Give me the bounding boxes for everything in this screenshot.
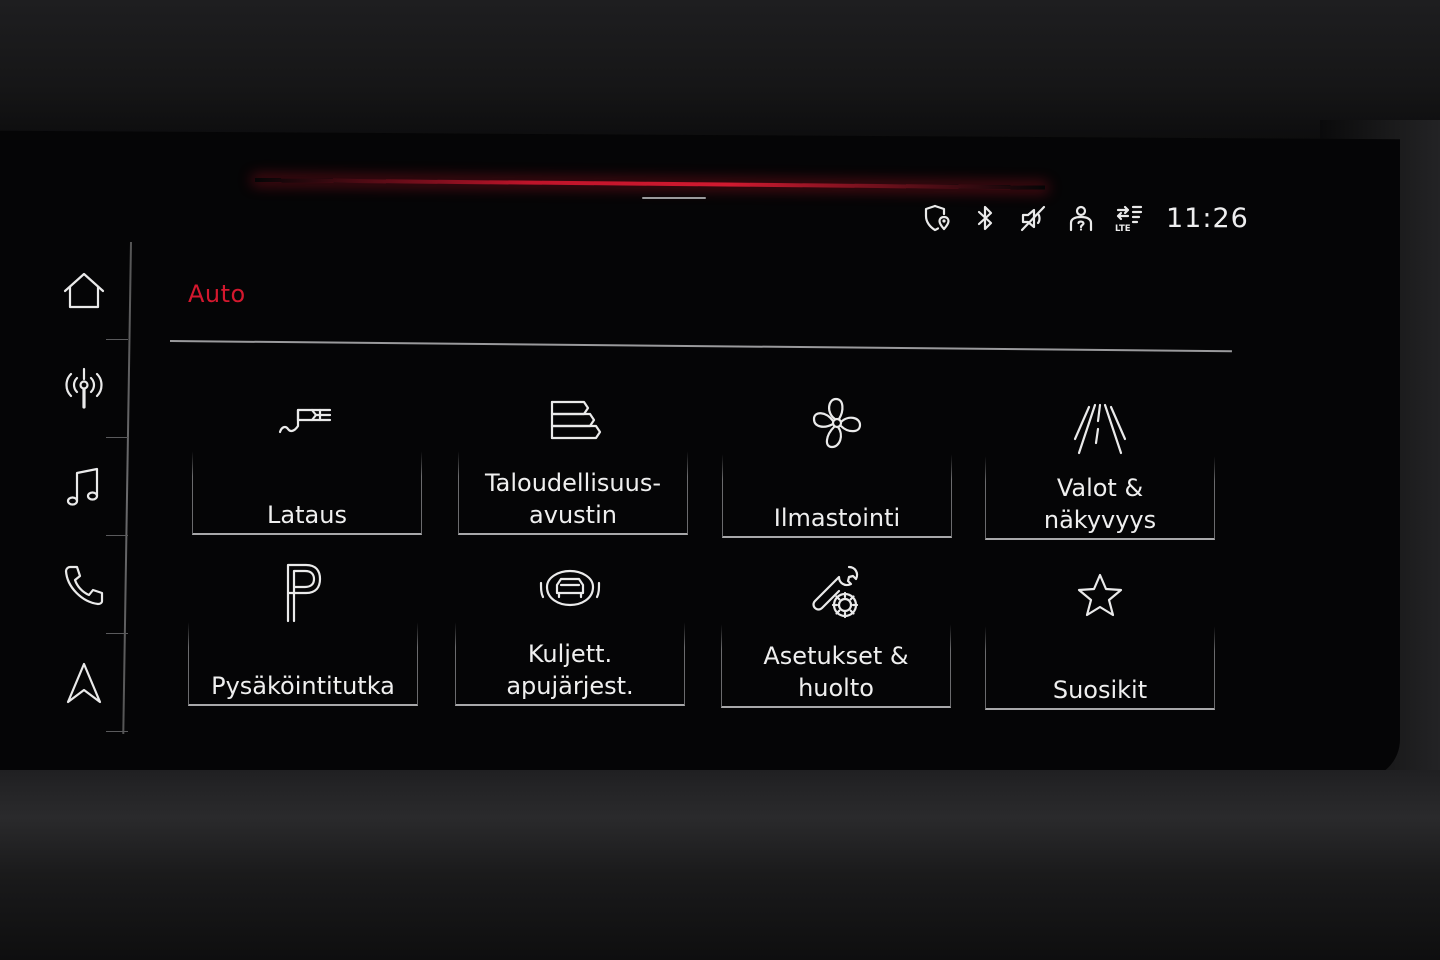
tile-label: Ilmastointi: [773, 504, 901, 532]
radio-antenna-icon: [65, 367, 103, 409]
tile-label: Suosikit: [1052, 676, 1148, 704]
muted-speaker-icon[interactable]: [1018, 202, 1048, 234]
tile-label: Kuljett. apujärjest.: [506, 640, 634, 700]
status-bar: LTE 11:26: [922, 196, 1249, 240]
side-rail-item-media[interactable]: [40, 438, 128, 536]
parking-p-icon: [188, 556, 418, 626]
tile-label: Pysäköintitutka: [211, 672, 395, 700]
lte-data-icon: LTE: [1114, 202, 1144, 234]
tile-label: Taloudellisuus- avustin: [484, 469, 662, 529]
clock: 11:26: [1166, 202, 1249, 234]
side-rail-item-radio[interactable]: [40, 340, 128, 438]
tile-label: Asetukset & huolto: [763, 642, 909, 702]
page-title: Auto: [188, 280, 246, 308]
geo-shield-icon[interactable]: [922, 202, 952, 234]
road-lines-icon: [985, 390, 1215, 460]
tile-suosikit[interactable]: Suosikit: [985, 560, 1215, 710]
tile-label: Lataus: [267, 501, 347, 529]
bluetooth-icon[interactable]: [970, 202, 1000, 234]
tile-kuljettajan-apujarjestelmat[interactable]: Kuljett. apujärjest.: [455, 556, 685, 706]
wrench-gear-icon: [721, 558, 951, 628]
tile-valot-nakyvyys[interactable]: Valot & näkyvyys: [985, 390, 1215, 540]
side-rail-item-home[interactable]: [40, 242, 128, 340]
fan-icon: [722, 388, 952, 458]
tile-taloudellisuusavustin[interactable]: Taloudellisuus- avustin: [458, 385, 688, 535]
efficiency-bars-icon: [458, 385, 688, 455]
tile-ilmastointi[interactable]: Ilmastointi: [722, 388, 952, 538]
tile-asetukset-huolto[interactable]: Asetukset & huolto: [721, 558, 951, 708]
side-rail-item-navigation[interactable]: [40, 634, 128, 732]
charging-plug-icon: [192, 385, 422, 455]
home-icon: [63, 272, 105, 309]
tile-label: Valot & näkyvyys: [1043, 474, 1157, 534]
side-rail-item-phone[interactable]: [40, 536, 128, 634]
dashboard-trim-top: [0, 0, 1440, 140]
star-icon: [985, 560, 1215, 630]
lte-label: LTE: [1115, 224, 1131, 233]
music-note-icon: [66, 467, 99, 506]
tile-pysakointitutka[interactable]: Pysäköintitutka: [188, 556, 418, 706]
driver-profile-icon[interactable]: [1066, 202, 1096, 234]
phone-icon: [64, 565, 104, 606]
tile-lataus[interactable]: Lataus: [192, 385, 422, 535]
navigation-arrow-icon: [66, 662, 102, 704]
side-rail: [40, 241, 132, 734]
driver-assist-car-icon: [455, 556, 685, 626]
pull-down-handle[interactable]: [642, 197, 706, 199]
dashboard-trim-bottom: [0, 770, 1440, 960]
